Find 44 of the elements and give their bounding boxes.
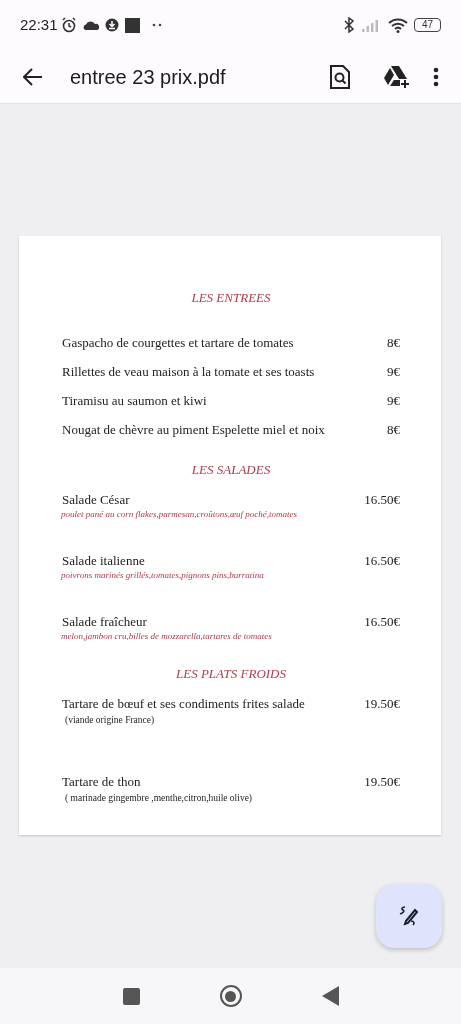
drive-add-button[interactable]	[383, 63, 411, 90]
home-button[interactable]	[219, 985, 242, 1007]
download-icon	[104, 18, 119, 32]
dish-price: 9€	[387, 393, 400, 409]
dish-price: 9€	[387, 364, 400, 380]
square-icon	[124, 17, 140, 33]
dish-description: melon,jambon cru,billes de mozzarella,tartares de tomates	[61, 630, 272, 642]
wifi-icon	[388, 17, 408, 33]
dish-description: poulet pané au corn flakes,parmesan,croûtons,œuf poché,tomates	[61, 508, 297, 520]
search-document-button[interactable]	[329, 63, 353, 90]
alarm-icon	[60, 17, 77, 33]
section-heading: LES ENTREES	[191, 290, 271, 306]
dish-price: 19.50€	[364, 696, 400, 712]
section-heading: LES PLATS FROIDS	[176, 666, 286, 682]
pen-scribble-icon	[398, 905, 420, 927]
dish-name: Salade italienne	[62, 553, 146, 569]
dish-description: poivrons marinés grillés,tomates,pignons pins,burratina	[61, 569, 264, 581]
dish-price: 16.50€	[364, 553, 400, 569]
annotate-button[interactable]	[376, 884, 442, 948]
back-nav-button[interactable]	[321, 986, 339, 1006]
more-notifications-icon	[151, 23, 162, 27]
dish-name: Nougat de chèvre au piment Espelette miel et noix	[62, 422, 325, 438]
more-options-button[interactable]	[433, 65, 441, 88]
document-title: entree 23 prix.pdf	[70, 64, 226, 90]
cloud-icon	[82, 20, 99, 30]
dish-name: Gaspacho de courgettes et tartare de tomates	[62, 335, 294, 351]
recents-button[interactable]	[122, 987, 140, 1005]
dish-price: 8€	[387, 335, 400, 351]
dish-name: Rillettes de veau maison à la tomate et ses toasts	[62, 364, 315, 380]
battery-indicator: 47	[414, 18, 441, 32]
dish-name: Tartare de thon	[62, 774, 142, 790]
dish-name: Salade fraîcheur	[62, 614, 148, 630]
dish-description: ( marinade gingembre ,menthe,citron,huile olive)	[65, 792, 253, 805]
dish-price: 16.50€	[364, 492, 400, 508]
section-heading: LES SALADES	[191, 462, 271, 478]
dish-name: Tartare de bœuf et ses condiments frites salade	[62, 696, 305, 712]
dish-name: Salade César	[62, 492, 131, 508]
dish-description: (viande origine France)	[65, 714, 156, 727]
dish-price: 16.50€	[364, 614, 400, 630]
dish-price: 19.50€	[364, 774, 400, 790]
dish-name: Tiramisu au saumon et kiwi	[62, 393, 207, 409]
dish-price: 8€	[387, 422, 400, 438]
status-time: 22:31	[20, 14, 58, 35]
bluetooth-icon	[344, 17, 354, 33]
